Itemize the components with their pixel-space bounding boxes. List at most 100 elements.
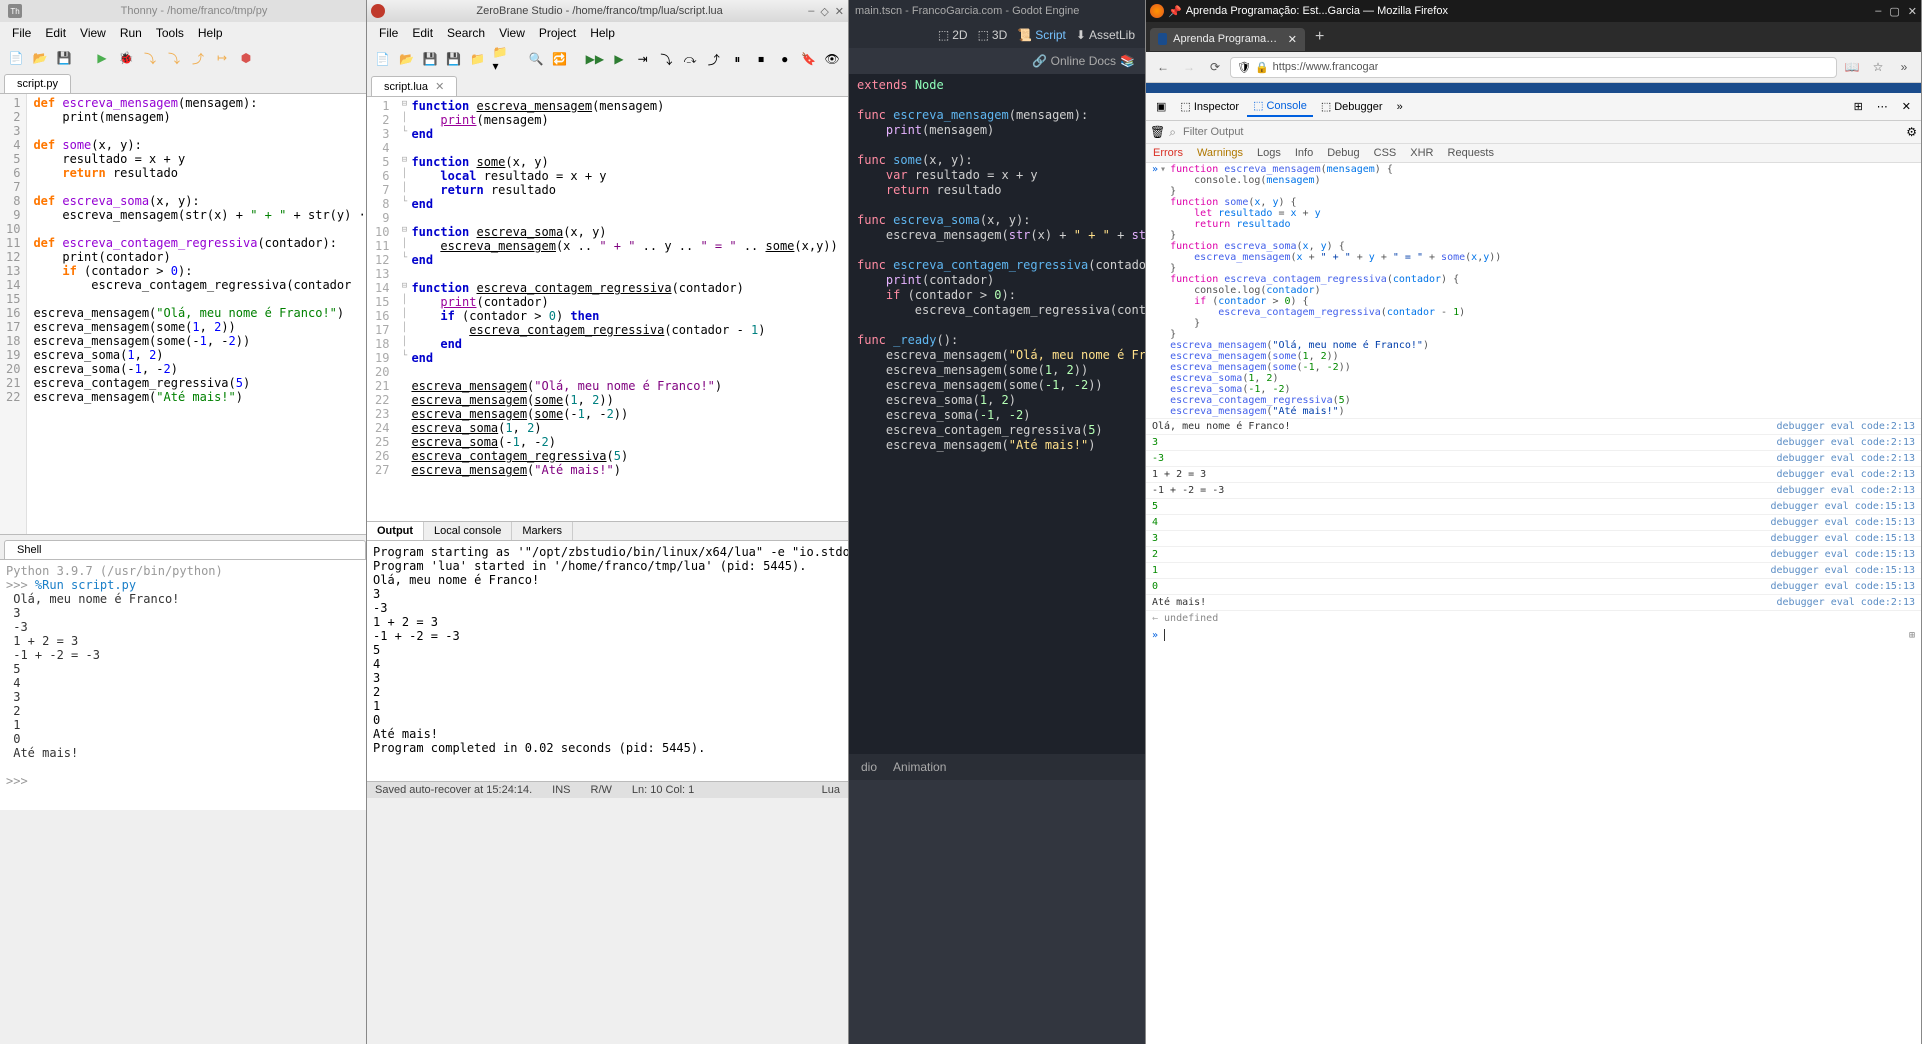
source-link[interactable]: debugger eval code:15:13 bbox=[1763, 549, 1916, 560]
run-to-cursor-icon[interactable]: ⇥ bbox=[633, 48, 653, 70]
console-tab[interactable]: ⬚ Console bbox=[1247, 96, 1313, 117]
output-tab-markers[interactable]: Markers bbox=[512, 522, 573, 540]
inspector-tab[interactable]: ⬚ Inspector bbox=[1174, 97, 1245, 116]
stop-icon[interactable]: ⬢ bbox=[236, 48, 256, 68]
multiline-toggle-icon[interactable]: ⊞ bbox=[1909, 630, 1915, 641]
close-tab-icon[interactable]: ✕ bbox=[435, 81, 444, 93]
maximize-icon[interactable]: ◇ bbox=[820, 5, 828, 18]
mode-assetlib[interactable]: ⬇ AssetLib bbox=[1076, 28, 1135, 42]
page-content[interactable] bbox=[1146, 83, 1921, 93]
thonny-titlebar[interactable]: Th Thonny - /home/franco/tmp/py bbox=[0, 0, 366, 22]
mode-3d[interactable]: ⬚ 3D bbox=[978, 28, 1008, 42]
bottom-tab-animation[interactable]: Animation bbox=[893, 760, 946, 774]
category-errors[interactable]: Errors bbox=[1146, 144, 1190, 162]
find-icon[interactable]: 🔍 bbox=[526, 48, 546, 70]
mode-script[interactable]: 📜 Script bbox=[1017, 28, 1066, 42]
console-body[interactable]: » ▾ function escreva_mensagem(mensagem) … bbox=[1146, 163, 1921, 1044]
save-all-icon[interactable]: 💾 bbox=[444, 48, 464, 70]
forward-icon[interactable]: → bbox=[1178, 56, 1200, 78]
close-tab-icon[interactable]: ✕ bbox=[1288, 33, 1297, 46]
zerobrane-titlebar[interactable]: ZeroBrane Studio - /home/franco/tmp/lua/… bbox=[367, 0, 848, 22]
code-area[interactable]: def escreva_mensagem(mensagem): print(me… bbox=[27, 94, 366, 534]
category-xhr[interactable]: XHR bbox=[1403, 144, 1440, 162]
shell-body[interactable]: Python 3.9.7 (/usr/bin/python) >>> %Run … bbox=[0, 560, 366, 810]
bookmark-icon[interactable]: ☆ bbox=[1867, 56, 1889, 78]
menu-run[interactable]: Run bbox=[114, 24, 148, 42]
step-over-icon[interactable]: ⤼ bbox=[680, 48, 700, 70]
source-link[interactable]: debugger eval code:2:13 bbox=[1769, 437, 1915, 448]
fold-gutter[interactable]: ⊟│└⊟││└⊟│└⊟││││└ bbox=[397, 97, 411, 521]
debug-icon[interactable]: 🐞 bbox=[116, 48, 136, 68]
close-icon[interactable]: ✕ bbox=[835, 5, 844, 18]
open-file-icon[interactable]: 📂 bbox=[30, 48, 50, 68]
close-icon[interactable]: ✕ bbox=[1908, 5, 1917, 18]
new-file-icon[interactable]: 📄 bbox=[373, 48, 393, 70]
lock-icon[interactable]: 🔒 bbox=[1255, 61, 1269, 74]
reload-icon[interactable]: ⟳ bbox=[1204, 56, 1226, 78]
step-out-icon[interactable]: ⤴ bbox=[704, 48, 724, 70]
debug-icon[interactable]: ▶ bbox=[609, 48, 629, 70]
filter-input[interactable] bbox=[1180, 123, 1902, 141]
bookmark-icon[interactable]: 🔖 bbox=[799, 48, 819, 70]
code-area[interactable]: function escreva_mensagem(mensagem) prin… bbox=[411, 97, 837, 521]
thonny-editor[interactable]: 12345678910111213141516171819202122 def … bbox=[0, 94, 366, 534]
split-console-icon[interactable]: ⊞ bbox=[1848, 97, 1869, 116]
godot-editor[interactable]: extends Nodefunc escreva_mensagem(mensag… bbox=[849, 74, 1145, 754]
devtools-menu-icon[interactable]: ⋯ bbox=[1871, 97, 1894, 116]
clear-console-icon[interactable]: 🗑 bbox=[1150, 125, 1165, 139]
category-requests[interactable]: Requests bbox=[1441, 144, 1501, 162]
source-link[interactable]: debugger eval code:15:13 bbox=[1763, 565, 1916, 576]
menu-tools[interactable]: Tools bbox=[150, 24, 190, 42]
category-info[interactable]: Info bbox=[1288, 144, 1320, 162]
menu-file[interactable]: File bbox=[6, 24, 37, 42]
menu-edit[interactable]: Edit bbox=[39, 24, 72, 42]
search-docs-icon[interactable]: 📚 bbox=[1120, 54, 1135, 68]
open-file-icon[interactable]: 📂 bbox=[397, 48, 417, 70]
menu-edit[interactable]: Edit bbox=[406, 24, 439, 42]
break-icon[interactable]: ⏸ bbox=[728, 48, 748, 70]
source-link[interactable]: debugger eval code:15:13 bbox=[1763, 501, 1916, 512]
editor-tab[interactable]: script.lua ✕ bbox=[371, 76, 457, 96]
run-icon[interactable]: ▶ bbox=[92, 48, 112, 68]
online-docs-link[interactable]: 🔗 Online Docs bbox=[1032, 54, 1116, 68]
menu-help[interactable]: Help bbox=[192, 24, 229, 42]
pin-icon[interactable]: 📌 bbox=[1168, 5, 1182, 18]
category-warnings[interactable]: Warnings bbox=[1190, 144, 1250, 162]
category-css[interactable]: CSS bbox=[1367, 144, 1404, 162]
output-tab-local-console[interactable]: Local console bbox=[424, 522, 512, 540]
run-icon[interactable]: ▶▶ bbox=[585, 48, 605, 70]
save-file-icon[interactable]: 💾 bbox=[54, 48, 74, 68]
minimize-icon[interactable]: ‒ bbox=[808, 5, 814, 18]
stop-icon[interactable]: ⏹ bbox=[751, 48, 771, 70]
project-dropdown-icon[interactable]: 📁▾ bbox=[491, 48, 511, 70]
source-link[interactable]: debugger eval code:15:13 bbox=[1763, 533, 1916, 544]
debugger-tab[interactable]: ⬚ Debugger bbox=[1315, 97, 1389, 116]
firefox-titlebar[interactable]: 📌 Aprenda Programação: Est...Garcia — Mo… bbox=[1146, 0, 1921, 22]
maximize-icon[interactable]: ▢ bbox=[1889, 5, 1899, 18]
back-icon[interactable]: ← bbox=[1152, 56, 1174, 78]
devtools-close-icon[interactable]: ✕ bbox=[1896, 97, 1917, 116]
replace-icon[interactable]: 🔁 bbox=[550, 48, 570, 70]
source-link[interactable]: debugger eval code:15:13 bbox=[1763, 581, 1916, 592]
collapse-arrow-icon[interactable]: ▾ bbox=[1160, 164, 1166, 417]
step-into-icon[interactable]: ⤵ bbox=[164, 48, 184, 68]
save-file-icon[interactable]: 💾 bbox=[420, 48, 440, 70]
zerobrane-editor[interactable]: 1234567891011121314151617181920212223242… bbox=[367, 97, 848, 521]
url-field[interactable]: 🛡 🔒 https://www.francogar bbox=[1230, 57, 1837, 78]
menu-view[interactable]: View bbox=[74, 24, 112, 42]
source-link[interactable]: debugger eval code:2:13 bbox=[1769, 421, 1915, 432]
watch-icon[interactable]: 👁 bbox=[822, 48, 842, 70]
step-into-icon[interactable]: ⤵ bbox=[657, 48, 677, 70]
menu-search[interactable]: Search bbox=[441, 24, 491, 42]
output-tab-output[interactable]: Output bbox=[367, 522, 424, 540]
new-file-icon[interactable]: 📄 bbox=[6, 48, 26, 68]
shell-tab[interactable]: Shell bbox=[4, 540, 366, 559]
reader-icon[interactable]: 📖 bbox=[1841, 56, 1863, 78]
category-debug[interactable]: Debug bbox=[1320, 144, 1366, 162]
settings-icon[interactable]: ⚙ bbox=[1906, 125, 1917, 139]
step-over-icon[interactable]: ⤵ bbox=[140, 48, 160, 68]
new-tab-button[interactable]: + bbox=[1305, 28, 1334, 46]
source-link[interactable]: debugger eval code:15:13 bbox=[1763, 517, 1916, 528]
source-link[interactable]: debugger eval code:2:13 bbox=[1769, 485, 1915, 496]
category-logs[interactable]: Logs bbox=[1250, 144, 1288, 162]
